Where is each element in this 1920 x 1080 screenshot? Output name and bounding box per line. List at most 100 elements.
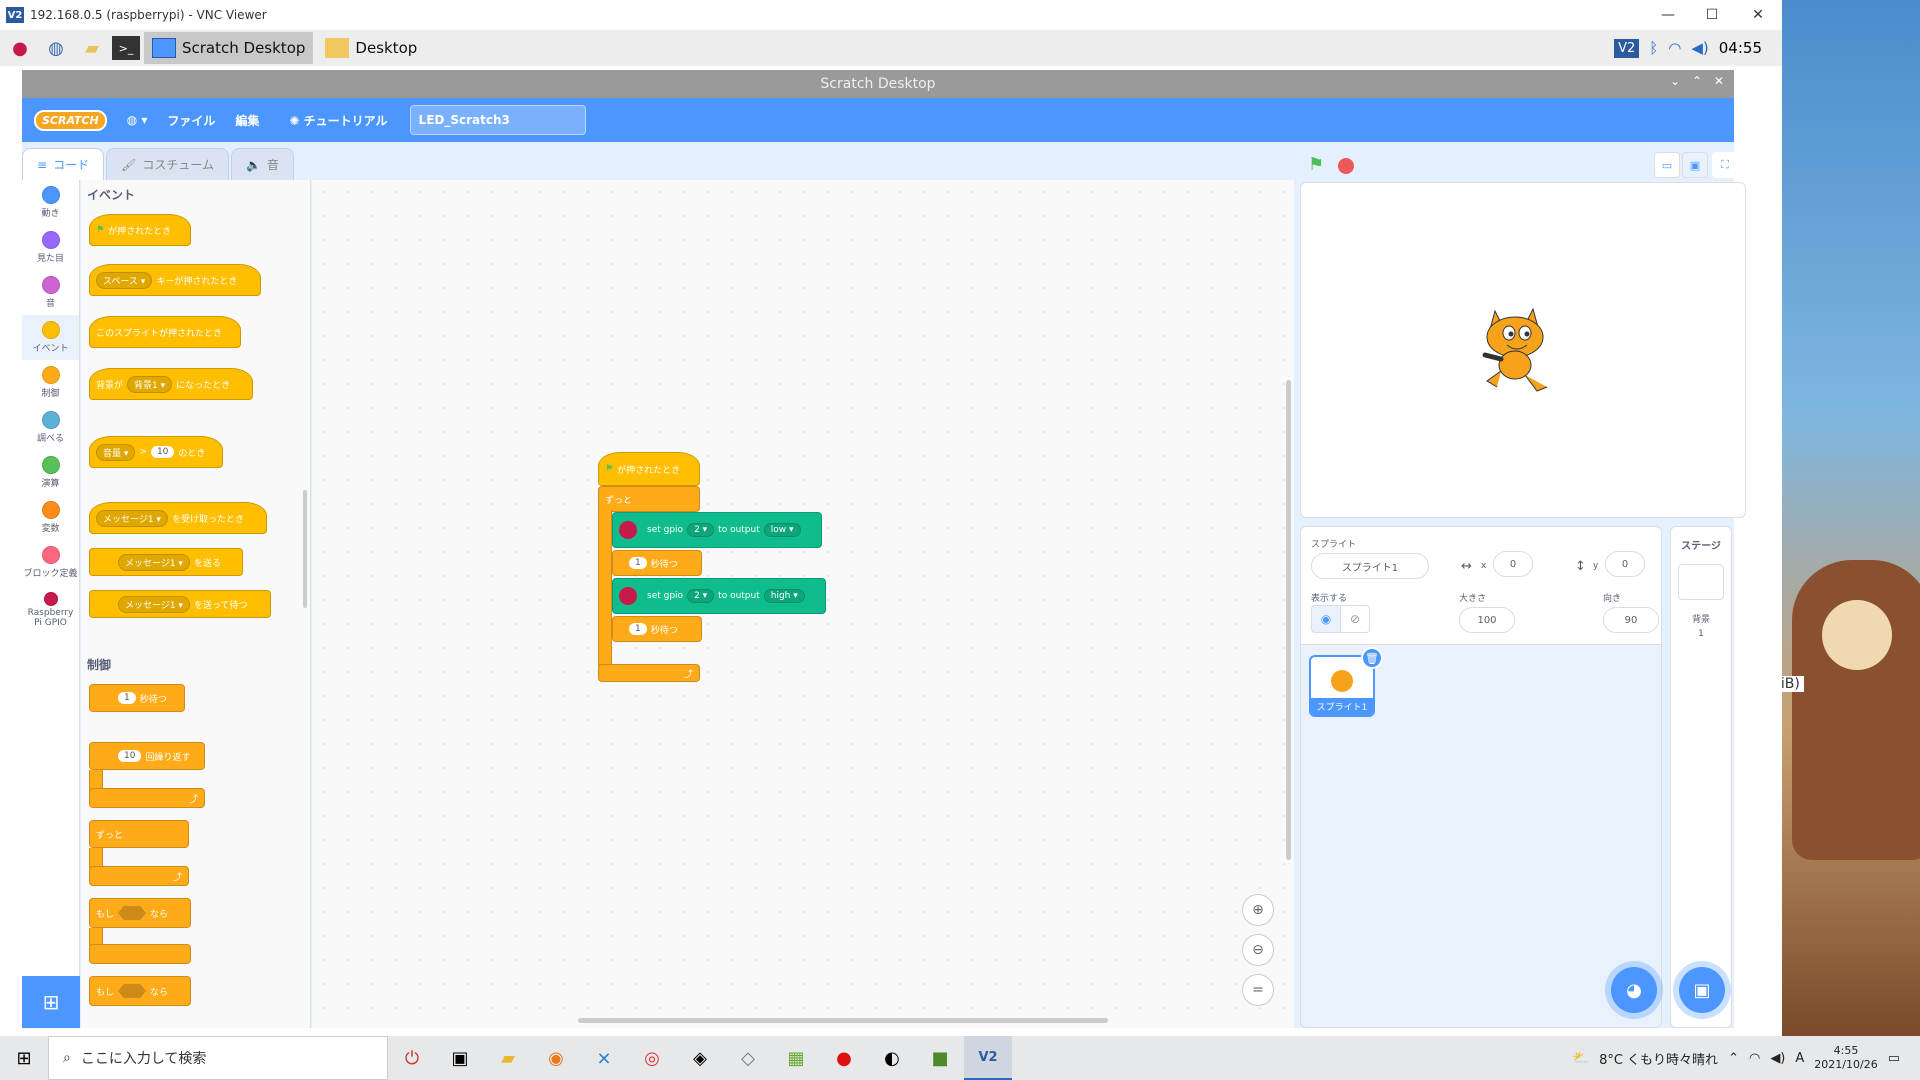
- script-forever[interactable]: ずっと: [598, 486, 700, 512]
- stage-canvas[interactable]: [1300, 182, 1746, 518]
- sprite-name-input[interactable]: スプライト1: [1311, 553, 1429, 579]
- edge-icon[interactable]: ◉: [532, 1036, 580, 1080]
- message-dropdown[interactable]: メッセージ1 ▾: [118, 553, 190, 571]
- language-globe-icon[interactable]: ◍ ▾: [127, 113, 148, 127]
- gpio-pin-dropdown[interactable]: 2 ▾: [687, 589, 715, 603]
- record-icon[interactable]: ●: [820, 1036, 868, 1080]
- small-stage-button[interactable]: ▭: [1654, 152, 1680, 178]
- workspace-vertical-scrollbar[interactable]: [1286, 380, 1291, 860]
- block-if[interactable]: もし なら: [89, 898, 191, 928]
- zoom-out-button[interactable]: ⊖: [1242, 934, 1274, 966]
- notifications-icon[interactable]: ▭: [1888, 1051, 1900, 1066]
- davinci-icon[interactable]: ◈: [676, 1036, 724, 1080]
- network-icon[interactable]: ◠: [1749, 1051, 1760, 1066]
- stage-selector[interactable]: ステージ 背景 1 ▣: [1670, 526, 1732, 1028]
- wait-value[interactable]: 1: [629, 623, 647, 635]
- vscode-icon[interactable]: ⨯: [580, 1036, 628, 1080]
- block-when-key-pressed[interactable]: スペース ▾ キーが押されたとき: [89, 264, 261, 296]
- weather-text[interactable]: 8°C くもり時々晴れ: [1599, 1049, 1718, 1068]
- large-stage-button[interactable]: ▣: [1682, 152, 1708, 178]
- terminal-icon[interactable]: >_: [112, 36, 140, 60]
- gpio-pin-dropdown[interactable]: 2 ▾: [687, 523, 715, 537]
- globe-icon[interactable]: ◍: [40, 32, 72, 64]
- chrome-icon[interactable]: ◎: [628, 1036, 676, 1080]
- category-variables[interactable]: 変数: [22, 495, 79, 540]
- script-set-gpio-low[interactable]: set gpio 2 ▾ to output low ▾: [612, 512, 822, 548]
- windows-clock[interactable]: 4:55 2021/10/26: [1814, 1044, 1877, 1072]
- block-if-else[interactable]: もし なら: [89, 976, 191, 1006]
- palette-scrollbar[interactable]: [303, 490, 307, 608]
- zoom-reset-button[interactable]: =: [1242, 974, 1274, 1006]
- script-set-gpio-high[interactable]: set gpio 2 ▾ to output high ▾: [612, 578, 826, 614]
- add-extension-button[interactable]: ⊞: [22, 976, 80, 1028]
- taskbar-search-box[interactable]: ⌕ ここに入力して検索: [48, 1036, 388, 1080]
- volume-icon[interactable]: ◀): [1691, 39, 1708, 57]
- windows-start-icon[interactable]: ⊞: [0, 1036, 48, 1080]
- delete-sprite-icon[interactable]: 🗑: [1361, 647, 1383, 669]
- power-app-icon[interactable]: ⏻: [388, 1036, 436, 1080]
- y-input[interactable]: 0: [1605, 551, 1645, 577]
- fullscreen-icon[interactable]: ⛶: [1712, 152, 1738, 178]
- ime-indicator[interactable]: A: [1795, 1051, 1804, 1066]
- close-icon[interactable]: ✕: [1714, 74, 1724, 88]
- chevron-up-icon[interactable]: ⌃: [1692, 74, 1702, 88]
- bluetooth-icon[interactable]: ᛒ: [1649, 39, 1658, 57]
- menu-edit[interactable]: 編集: [235, 112, 259, 129]
- choose-sprite-button[interactable]: ◕: [1611, 967, 1657, 1013]
- loudness-value[interactable]: 10: [150, 446, 175, 458]
- category-control[interactable]: 制御: [22, 360, 79, 405]
- cat-sprite[interactable]: [1477, 301, 1561, 397]
- chevron-up-icon[interactable]: ⌃: [1728, 1051, 1739, 1066]
- wifi-icon[interactable]: ◠: [1668, 39, 1681, 57]
- stop-button[interactable]: [1338, 158, 1354, 174]
- gpio-state-dropdown[interactable]: low ▾: [763, 523, 801, 537]
- block-broadcast[interactable]: メッセージ1 ▾ を送る: [89, 548, 243, 576]
- backdrop-thumbnail[interactable]: [1678, 564, 1724, 600]
- backdrop-dropdown[interactable]: 背景1 ▾: [127, 375, 173, 393]
- game-app-icon[interactable]: ▦: [772, 1036, 820, 1080]
- block-wait[interactable]: 1 秒待つ: [89, 684, 185, 712]
- raspberry-menu-icon[interactable]: ●: [4, 32, 36, 64]
- script-wait-1[interactable]: 1 秒待つ: [612, 550, 702, 576]
- block-repeat[interactable]: 10 回繰り返す: [89, 742, 205, 770]
- size-input[interactable]: 100: [1459, 607, 1515, 633]
- message-dropdown[interactable]: メッセージ1 ▾: [118, 595, 190, 613]
- block-broadcast-and-wait[interactable]: メッセージ1 ▾ を送って待つ: [89, 590, 271, 618]
- green-flag-button[interactable]: ⚑: [1308, 154, 1324, 175]
- wait-value[interactable]: 1: [629, 557, 647, 569]
- tutorials-button[interactable]: ✺ チュートリアル: [289, 112, 387, 129]
- task-desktop[interactable]: Desktop: [317, 32, 425, 64]
- message-dropdown[interactable]: メッセージ1 ▾: [96, 509, 168, 527]
- wait-value[interactable]: 1: [118, 692, 136, 704]
- obs-icon[interactable]: ◐: [868, 1036, 916, 1080]
- tab-code[interactable]: ≡ コード: [22, 148, 105, 180]
- category-my-blocks[interactable]: ブロック定義: [22, 540, 79, 585]
- scratch-logo[interactable]: SCRATCH: [34, 109, 107, 131]
- close-button[interactable]: ✕: [1738, 4, 1778, 26]
- key-dropdown[interactable]: スペース ▾: [96, 271, 153, 289]
- category-motion[interactable]: 動き: [22, 180, 79, 225]
- zoom-in-button[interactable]: ⊕: [1242, 894, 1274, 926]
- x-input[interactable]: 0: [1493, 551, 1533, 577]
- tab-costumes[interactable]: 🖌 コスチューム: [106, 148, 229, 180]
- code-workspace[interactable]: ⚑ が押されたとき ずっと set gpio 2 ▾ to output low …: [312, 180, 1294, 1028]
- file-explorer-icon[interactable]: ▰: [484, 1036, 532, 1080]
- project-name-input[interactable]: LED_Scratch3: [409, 105, 586, 135]
- category-sound[interactable]: 音: [22, 270, 79, 315]
- folder-icon[interactable]: ▰: [76, 32, 108, 64]
- store-icon[interactable]: ▣: [436, 1036, 484, 1080]
- category-gpio[interactable]: Raspberry Pi GPIO: [22, 585, 79, 635]
- block-when-receive[interactable]: メッセージ1 ▾ を受け取ったとき: [89, 502, 267, 534]
- category-operators[interactable]: 演算: [22, 450, 79, 495]
- vnc-viewer-taskbar-icon[interactable]: V2: [964, 1036, 1012, 1080]
- loudness-dropdown[interactable]: 音量 ▾: [96, 443, 136, 461]
- script-wait-2[interactable]: 1 秒待つ: [612, 616, 702, 642]
- direction-input[interactable]: 90: [1603, 607, 1659, 633]
- block-when-sprite-clicked[interactable]: このスプライトが押されたとき: [89, 316, 241, 348]
- vnc-tray-icon[interactable]: V2: [1614, 38, 1640, 58]
- gpio-state-dropdown[interactable]: high ▾: [763, 589, 805, 603]
- chevron-down-icon[interactable]: ⌄: [1670, 74, 1680, 88]
- speaker-icon[interactable]: ◀): [1770, 1051, 1785, 1066]
- workspace-horizontal-scrollbar[interactable]: [578, 1018, 1108, 1023]
- category-events[interactable]: イベント: [22, 315, 79, 360]
